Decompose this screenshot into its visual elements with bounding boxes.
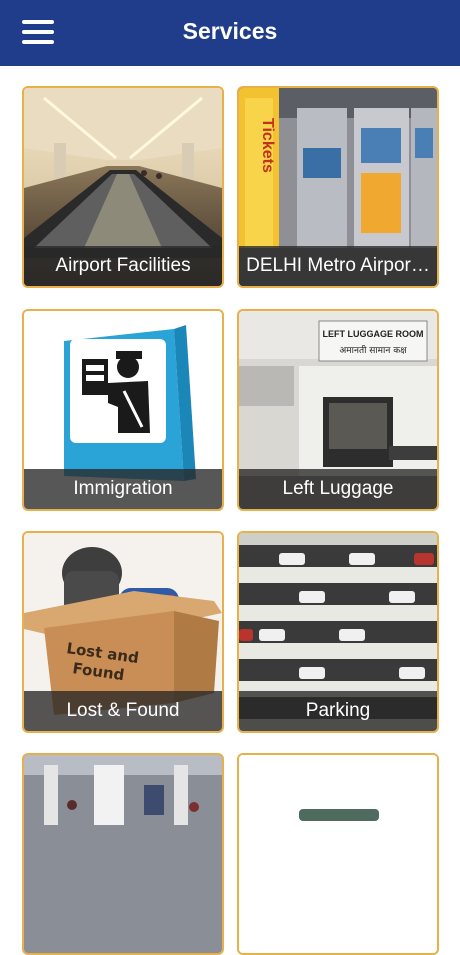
page-title: Services bbox=[182, 18, 278, 44]
service-tile-left-luggage[interactable]: LEFT LUGGAGE ROOM अमानती सामान कक्ष Left… bbox=[237, 309, 439, 511]
service-tile-immigration[interactable]: Immigration bbox=[22, 309, 224, 511]
luggage-sign-hindi: अमानती सामान कक्ष bbox=[339, 344, 407, 356]
vehicle-image bbox=[239, 755, 437, 953]
tile-label: Parking bbox=[239, 691, 437, 731]
service-tile-airport-facilities[interactable]: Airport Facilities bbox=[22, 86, 224, 288]
service-tile-delhi-metro[interactable]: Tickets DELHI Metro Airpor… bbox=[237, 86, 439, 288]
service-tile-parking[interactable]: Parking bbox=[237, 531, 439, 733]
tile-label: Airport Facilities bbox=[24, 246, 222, 286]
tile-label: Immigration bbox=[24, 469, 222, 509]
luggage-sign-english: LEFT LUGGAGE ROOM bbox=[323, 329, 424, 339]
tile-label: Lost & Found bbox=[24, 691, 222, 731]
service-tile-lost-found[interactable]: Lost and Found Lost & Found bbox=[22, 531, 224, 733]
service-tile-partial-2[interactable] bbox=[237, 753, 439, 955]
tile-label: DELHI Metro Airpor… bbox=[239, 246, 437, 286]
metro-banner-text: Tickets bbox=[259, 118, 276, 173]
tile-label: Left Luggage bbox=[239, 469, 437, 509]
app-header: Services bbox=[0, 0, 460, 66]
terminal-gate-image bbox=[24, 755, 222, 953]
service-tile-partial-1[interactable] bbox=[22, 753, 224, 955]
